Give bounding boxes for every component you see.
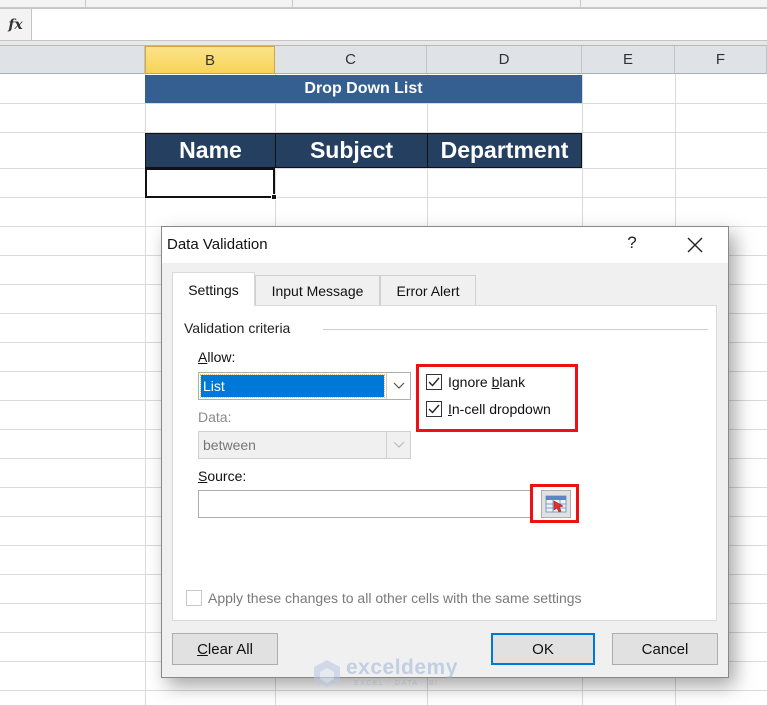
close-button[interactable] [682, 233, 708, 257]
ribbon-edge [0, 0, 767, 8]
ok-button[interactable]: OK [491, 633, 595, 665]
column-header-e[interactable]: E [582, 46, 675, 74]
column-header-c[interactable]: C [275, 46, 427, 74]
tab-input-message[interactable]: Input Message [255, 275, 380, 305]
column-header-d[interactable]: D [427, 46, 582, 74]
data-validation-dialog: Data Validation ? Settings Input Message… [161, 226, 729, 678]
source-label: Source: [198, 468, 247, 484]
cancel-button[interactable]: Cancel [612, 633, 718, 665]
checkbox-box [426, 401, 442, 417]
group-divider [323, 329, 708, 330]
in-cell-dropdown-checkbox[interactable]: In-cell dropdown [426, 401, 551, 417]
fill-handle[interactable] [271, 194, 277, 200]
formula-bar: fx [0, 8, 767, 41]
ignore-blank-label: Ignore blank [448, 374, 526, 390]
validation-criteria-label: Validation criteria [184, 320, 297, 336]
range-select-icon [545, 495, 567, 513]
data-dropdown-arrow[interactable] [386, 432, 410, 458]
data-dropdown-value: between [203, 437, 256, 453]
checkmark-icon [428, 377, 440, 387]
chevron-down-icon [393, 382, 404, 389]
source-input[interactable] [198, 490, 533, 518]
table-header-subject[interactable]: Subject [275, 133, 428, 168]
settings-panel: Validation criteria Allow: List Data: be… [172, 305, 717, 621]
allow-label: Allow: [198, 349, 236, 365]
allow-dropdown-arrow[interactable] [386, 373, 410, 399]
dialog-title: Data Validation [167, 236, 268, 253]
close-icon [687, 237, 703, 253]
checkbox-box [426, 374, 442, 390]
allow-dropdown[interactable]: List [198, 372, 411, 400]
insert-function-icon[interactable]: fx [0, 9, 32, 40]
data-label: Data: [198, 409, 232, 425]
ignore-blank-checkbox[interactable]: Ignore blank [426, 374, 525, 390]
apply-to-all-label: Apply these changes to all other cells w… [208, 590, 582, 606]
selected-cell-b4[interactable] [145, 168, 275, 198]
clear-all-button[interactable]: Clear All [172, 633, 278, 665]
dialog-titlebar[interactable]: Data Validation ? [162, 227, 728, 263]
allow-dropdown-value: List [200, 374, 385, 398]
column-header-f[interactable]: F [675, 46, 767, 74]
data-dropdown[interactable]: between [198, 431, 411, 459]
help-button[interactable]: ? [622, 233, 642, 257]
formula-input[interactable] [33, 9, 767, 40]
tab-settings[interactable]: Settings [172, 272, 255, 306]
collapse-dialog-button[interactable] [541, 490, 571, 518]
column-header-a-partial[interactable] [0, 46, 145, 74]
table-header-department[interactable]: Department [427, 133, 582, 168]
checkbox-box [186, 590, 202, 606]
chevron-down-icon [393, 441, 404, 448]
column-header-b[interactable]: B [145, 46, 275, 74]
tab-error-alert[interactable]: Error Alert [380, 275, 476, 305]
checkmark-icon [428, 404, 440, 414]
apply-to-all-checkbox[interactable]: Apply these changes to all other cells w… [186, 590, 582, 606]
sheet-title-banner[interactable]: Drop Down List [145, 75, 582, 103]
table-header-name[interactable]: Name [145, 133, 276, 168]
in-cell-dropdown-label: In-cell dropdown [448, 401, 551, 417]
